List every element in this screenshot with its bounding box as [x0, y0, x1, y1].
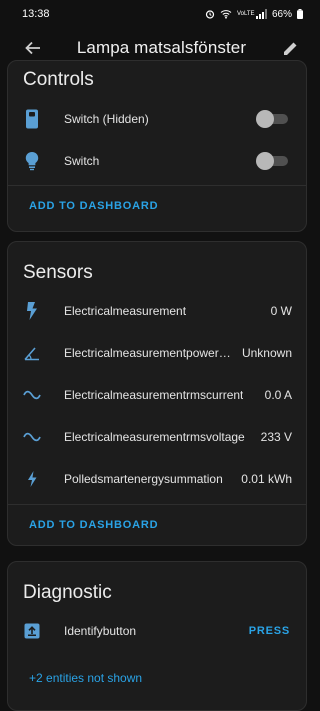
edit-button[interactable] [277, 37, 299, 59]
control-row-switch[interactable]: Switch [8, 149, 306, 173]
control-label: Switch (Hidden) [64, 112, 149, 126]
add-to-dashboard-button[interactable]: ADD TO DASHBOARD [29, 519, 158, 531]
upload-box-icon [22, 621, 42, 641]
switch-toggle[interactable] [256, 152, 288, 170]
controls-title: Controls [23, 69, 94, 90]
status-icons: VoLTE 66% [205, 9, 303, 20]
diagnostic-label: Identifybutton [64, 624, 137, 638]
page-title: Lampa matsalsfönster [76, 38, 247, 57]
sine-wave-icon [22, 427, 42, 447]
diagnostic-card: Diagnostic Identifybutton PRESS +2 entit… [7, 561, 307, 711]
controls-card: Controls Switch (Hidden) Switch ADD TO D… [7, 60, 307, 232]
network-label: VoLTE [236, 11, 255, 17]
status-bar: 13:38 VoLTE 66% [0, 0, 315, 28]
sensor-value: Unknown [241, 346, 292, 360]
sensor-row[interactable]: Electricalmeasurement 0 W [8, 299, 306, 323]
sensor-label: Electricalmeasurementrmsvoltage [64, 430, 245, 444]
signal-icon [255, 9, 267, 19]
diagnostic-row[interactable]: Identifybutton PRESS [8, 619, 306, 643]
sensor-label: Electricalmeasurement [64, 304, 187, 318]
sine-wave-icon [22, 385, 42, 405]
remote-icon [22, 109, 42, 129]
divider [8, 185, 306, 186]
diagnostic-title: Diagnostic [23, 582, 112, 603]
show-hidden-entities-link[interactable]: +2 entities not shown [29, 671, 142, 685]
sensor-value: 0 W [270, 304, 292, 318]
sensors-title: Sensors [23, 262, 93, 283]
pencil-icon [284, 40, 298, 55]
sensor-row[interactable]: Electricalmeasurementrmscurrent 0.0 A [8, 383, 306, 407]
back-button[interactable] [24, 37, 46, 59]
press-button[interactable]: PRESS [249, 625, 290, 637]
sensors-card: Sensors Electricalmeasurement 0 W Electr… [7, 241, 307, 546]
lightning-icon [22, 469, 42, 489]
sensor-label: Polledsmartenergysummation [64, 472, 223, 486]
sensor-row[interactable]: Electricalmeasurementpower… Unknown [8, 341, 306, 365]
divider [8, 504, 306, 505]
control-row-switch-hidden[interactable]: Switch (Hidden) [8, 107, 306, 131]
add-to-dashboard-button[interactable]: ADD TO DASHBOARD [29, 200, 158, 212]
lightbulb-icon [22, 151, 42, 171]
control-label: Switch [64, 154, 100, 168]
sensor-label: Electricalmeasurementrmscurrent [64, 388, 244, 402]
flash-icon [22, 301, 42, 321]
sensor-label: Electricalmeasurementpower… [64, 346, 231, 360]
switch-hidden-toggle[interactable] [256, 110, 288, 128]
arrow-left-icon [25, 41, 40, 55]
alarm-icon [205, 10, 215, 19]
wifi-icon [220, 10, 232, 19]
sensor-value: 0.01 kWh [241, 472, 292, 486]
battery-level: 66% [271, 8, 292, 20]
sensor-value: 0.0 A [264, 388, 292, 402]
sensor-row[interactable]: Electricalmeasurementrmsvoltage 233 V [8, 425, 306, 449]
sensor-row[interactable]: Polledsmartenergysummation 0.01 kWh [8, 467, 306, 491]
angle-icon [22, 343, 42, 363]
sensor-value: 233 V [260, 430, 292, 444]
status-time: 13:38 [22, 8, 50, 20]
battery-icon [297, 9, 303, 19]
